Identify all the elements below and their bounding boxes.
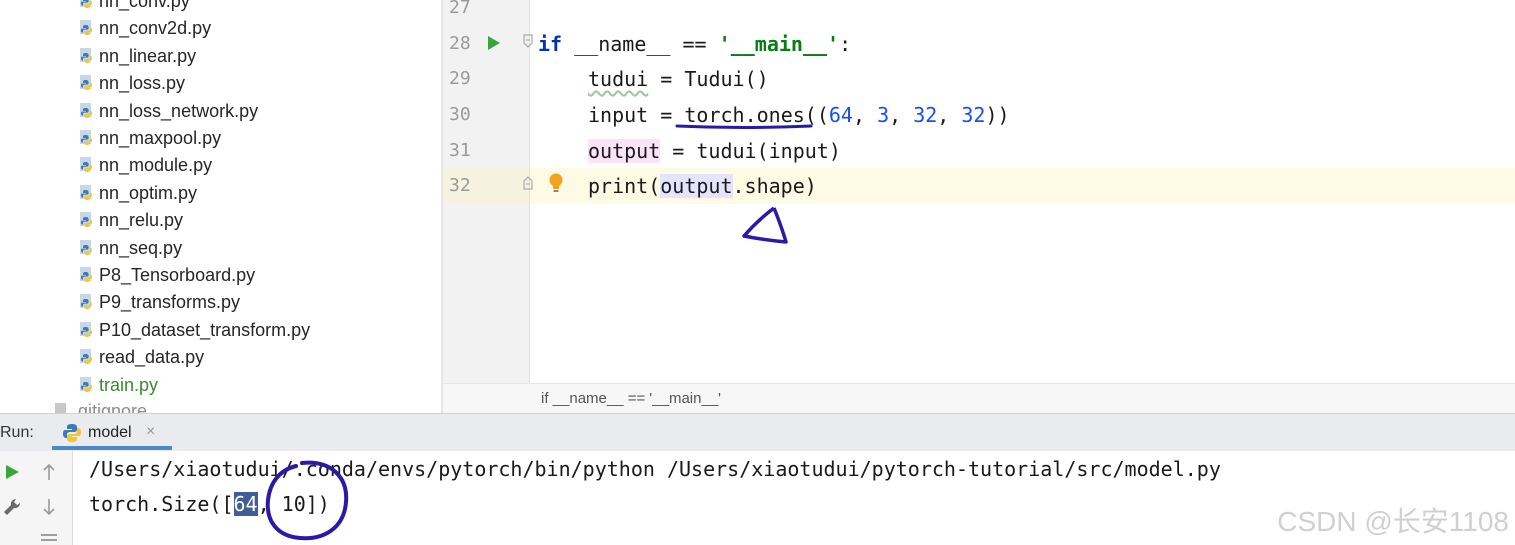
breadcrumb-bar: if __name__ == '__main__' <box>443 383 1515 413</box>
python-file-icon <box>78 47 95 64</box>
tree-item-file[interactable]: nn_loss.py <box>78 70 185 97</box>
tree-item-label: read_data.py <box>99 347 205 368</box>
python-file-icon <box>78 239 95 256</box>
python-file-icon <box>78 266 95 283</box>
code-line-32[interactable]: print(output.shape) <box>588 168 817 204</box>
tree-item-label: nn_maxpool.py <box>99 128 222 148</box>
tree-item-file[interactable]: nn_maxpool.py <box>78 125 221 152</box>
tree-item-label: nn_loss.py <box>99 73 186 94</box>
python-file-icon <box>78 19 95 36</box>
code-line-29[interactable]: tudui = Tudui() <box>588 61 769 97</box>
code-line-31[interactable]: output = tudui(input) <box>588 133 841 169</box>
menu-icon[interactable] <box>40 533 58 545</box>
python-file-icon <box>78 0 95 9</box>
python-file-icon <box>78 102 95 119</box>
line-number: 32 <box>449 175 471 196</box>
run-tab-underline <box>52 446 172 450</box>
tree-item-file[interactable]: nn_conv.py <box>78 0 190 15</box>
breadcrumb[interactable]: if __name__ == '__main__' <box>541 390 721 407</box>
run-tab-label: model <box>88 424 132 441</box>
bulb-icon[interactable] <box>547 172 565 194</box>
wrench-icon[interactable] <box>2 497 22 517</box>
run-gutter-icon[interactable] <box>487 35 501 51</box>
tree-item-label: nn_relu.py <box>99 210 184 231</box>
python-file-icon <box>78 293 95 310</box>
tree-item-file[interactable]: nn_linear.py <box>78 43 196 70</box>
python-file-icon <box>78 348 95 365</box>
tree-item-label: nn_conv2d.py <box>99 18 212 39</box>
tree-item-label: nn_optim.py <box>99 182 198 203</box>
tree-item-label: nn_conv.py <box>99 0 190 11</box>
line-number: 30 <box>449 104 471 125</box>
tree-item-label: nn_loss_network.py <box>99 100 259 121</box>
tree-item-file[interactable]: nn_optim.py <box>78 180 197 207</box>
run-toolbar <box>0 451 72 545</box>
line-number: 29 <box>449 68 471 89</box>
tree-item-label: P9_transforms.py <box>99 292 241 313</box>
file-icon <box>52 402 69 413</box>
tree-item-file[interactable]: P9_transforms.py <box>78 289 240 316</box>
gutter-separator <box>529 0 530 383</box>
python-file-icon <box>78 376 95 393</box>
run-tool-window-header: Run: model × <box>0 413 1515 452</box>
line-number: 28 <box>449 33 471 54</box>
project-tree: nn_conv.py nn_conv2d.py nn_linear.py nn_los… <box>0 0 441 413</box>
tree-item-label: P8_Tensorboard.py <box>99 265 256 285</box>
python-file-icon <box>78 184 95 201</box>
tree-item-file[interactable]: nn_module.py <box>78 152 212 179</box>
tree-item-file[interactable]: P8_Tensorboard.py <box>78 262 255 289</box>
code-editor[interactable]: 27 28 29 30 31 32 if __name__ == '__main… <box>443 0 1515 413</box>
watermark: CSDN @长安1108 <box>1277 506 1509 537</box>
fold-icon[interactable] <box>522 34 534 48</box>
tree-item-file[interactable]: train.py <box>78 372 158 399</box>
tree-item-gitignore[interactable]: .gitignore <box>52 398 147 413</box>
python-file-icon <box>78 74 95 91</box>
tree-item-label: train.py <box>99 374 159 395</box>
console-output-line: torch.Size([64, 10]) <box>89 492 330 516</box>
run-label: Run: <box>0 424 34 441</box>
python-file-icon <box>78 156 95 173</box>
scroll-up-icon[interactable] <box>42 462 56 482</box>
python-file-icon <box>78 321 95 338</box>
code-line-30[interactable]: input = torch.ones((64, 3, 32, 32)) <box>588 97 1010 133</box>
tree-item-label: nn_linear.py <box>99 45 197 66</box>
python-logo-icon <box>63 424 81 442</box>
python-file-icon <box>78 211 95 228</box>
fold-icon[interactable] <box>522 176 534 190</box>
tree-item-file[interactable]: nn_seq.py <box>78 235 182 262</box>
tree-item-label: nn_seq.py <box>99 237 183 258</box>
tree-item-label: P10_dataset_transform.py <box>99 319 311 340</box>
tree-item-file[interactable]: P10_dataset_transform.py <box>78 317 310 344</box>
tree-item-file[interactable]: nn_loss_network.py <box>78 98 258 125</box>
tree-item-file[interactable]: read_data.py <box>78 344 204 371</box>
code-line-28[interactable]: if __name__ == '__main__': <box>538 26 851 62</box>
tree-item-file[interactable]: nn_conv2d.py <box>78 15 211 42</box>
run-icon[interactable] <box>4 463 20 481</box>
line-number: 31 <box>449 140 471 161</box>
console-command-line: /Users/xiaotudui/.conda/envs/pytorch/bin… <box>89 457 1221 481</box>
selected-text: 64 <box>233 492 258 516</box>
tree-item-label: nn_module.py <box>99 155 213 176</box>
annotation-triangle <box>742 206 788 244</box>
tree-item-file[interactable]: nn_relu.py <box>78 207 183 234</box>
line-number: 27 <box>449 0 471 18</box>
scroll-down-icon[interactable] <box>42 497 56 517</box>
python-file-icon <box>78 129 95 146</box>
close-icon[interactable]: × <box>146 423 155 441</box>
